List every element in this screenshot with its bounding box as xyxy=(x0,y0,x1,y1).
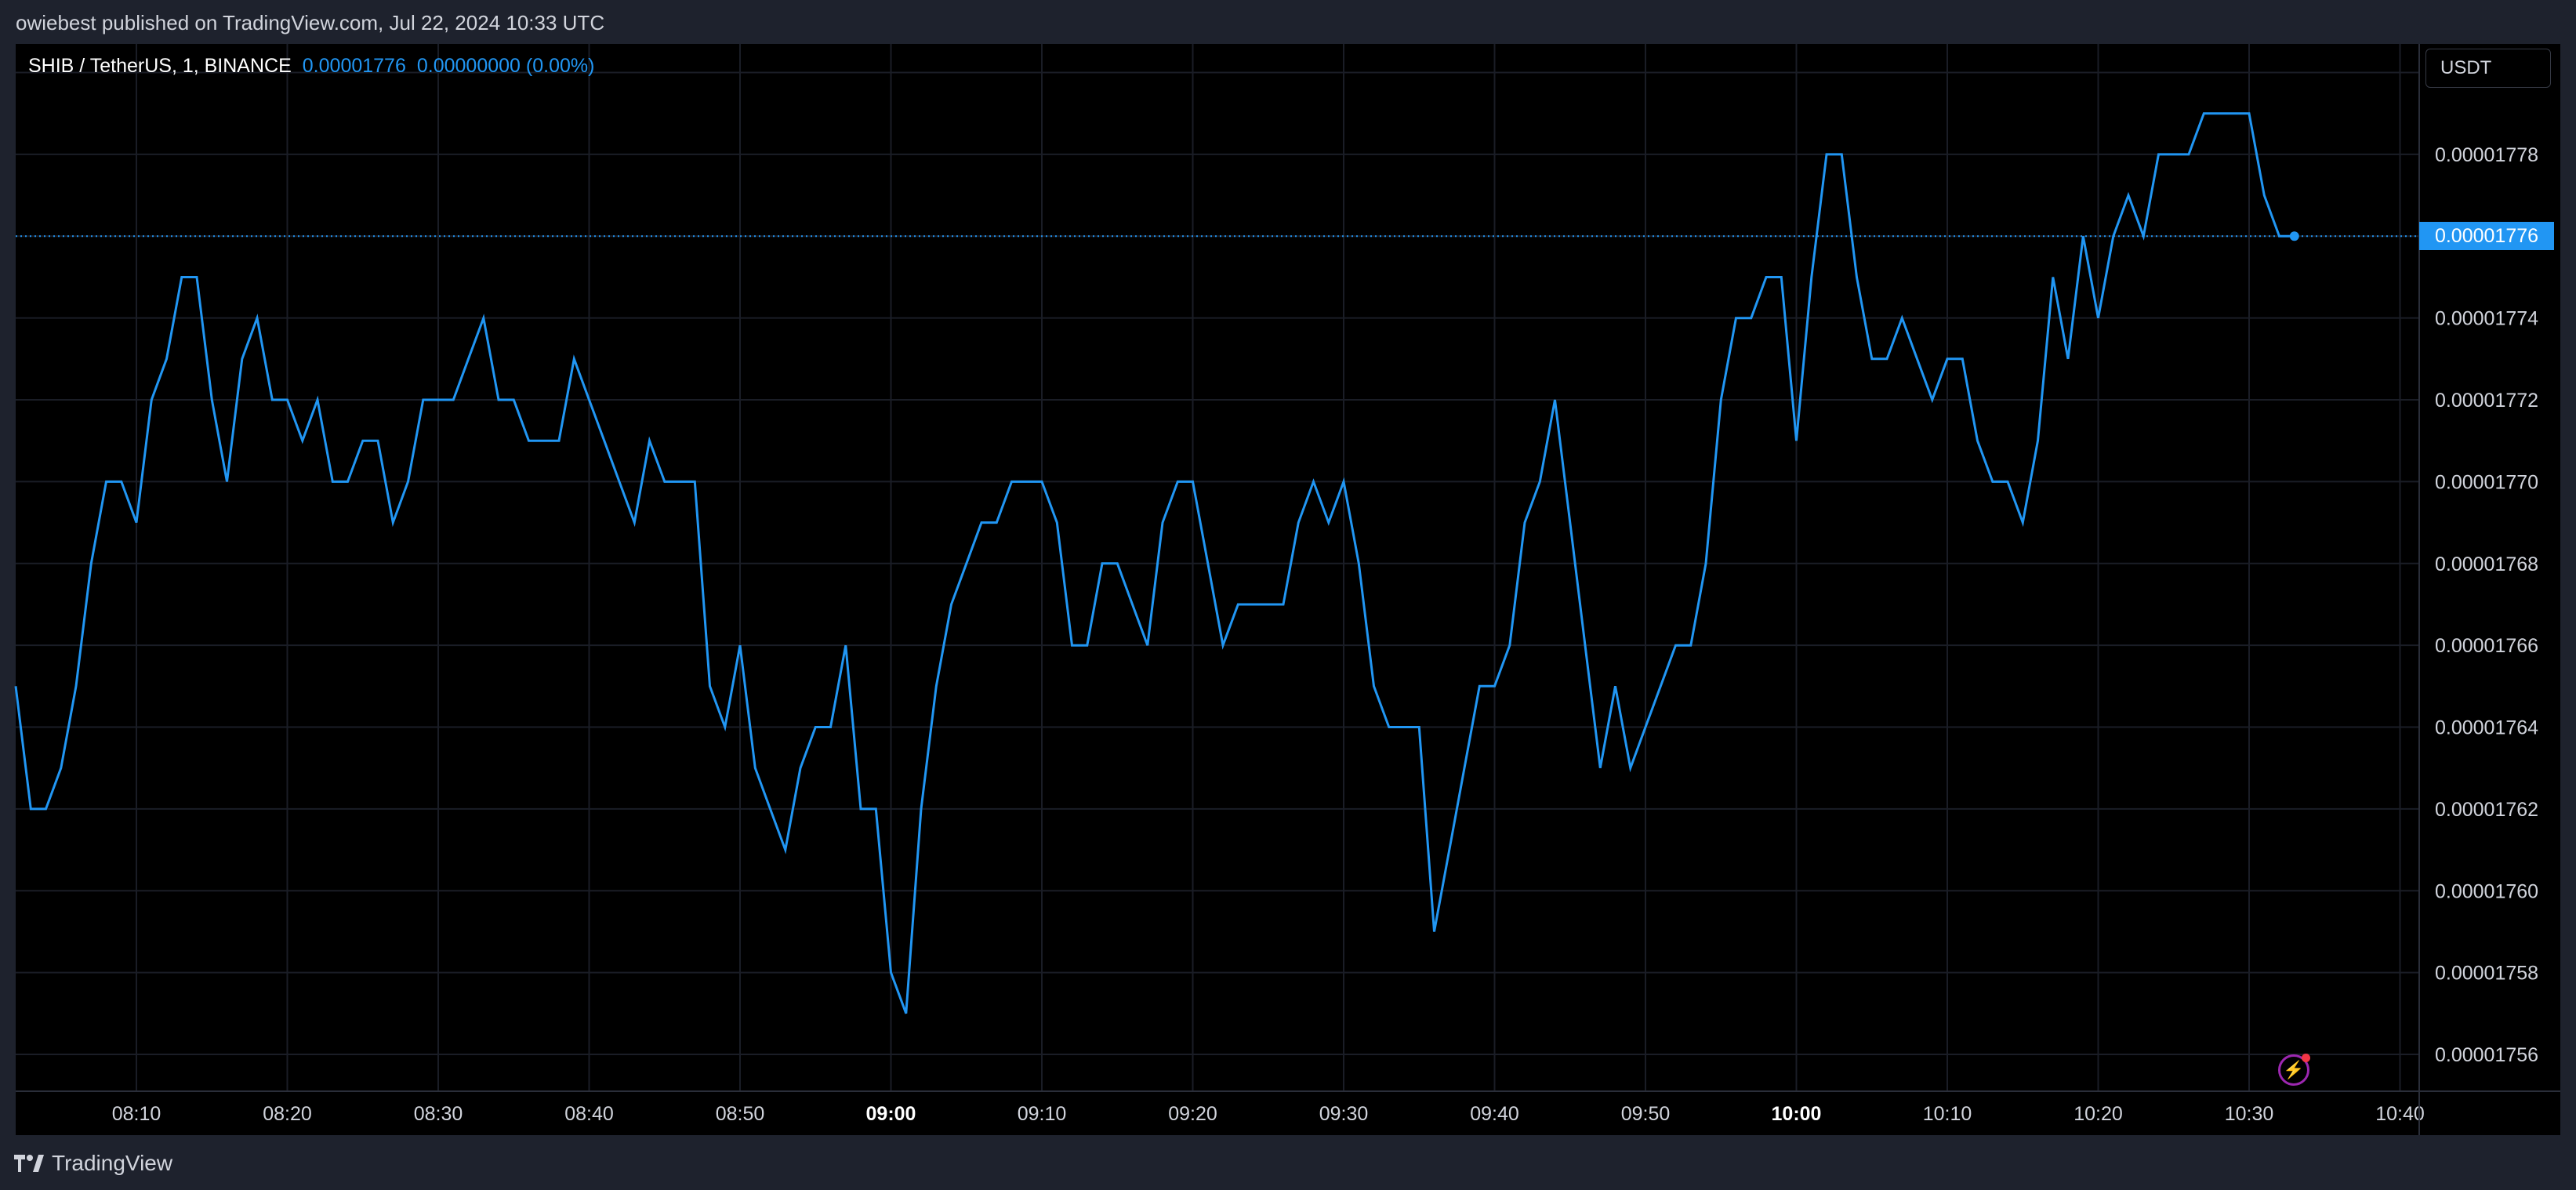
y-tick-label: 0.00001764 xyxy=(2435,717,2538,739)
x-tick-label: 08:10 xyxy=(112,1103,161,1125)
last-point-marker xyxy=(2289,231,2299,241)
x-tick-label: 09:10 xyxy=(1018,1103,1067,1125)
symbol-legend[interactable]: SHIB / TetherUS, 1, BINANCE 0.00001776 0… xyxy=(28,55,594,78)
x-tick-label: 10:40 xyxy=(2375,1103,2425,1125)
price-chart[interactable]: 0.000017800.000017780.000017760.00001774… xyxy=(0,0,2576,1190)
x-tick-label: 08:40 xyxy=(564,1103,614,1125)
x-tick-label: 08:50 xyxy=(716,1103,765,1125)
y-tick-label: 0.00001774 xyxy=(2435,308,2538,330)
lightning-icon[interactable]: ⚡ xyxy=(2278,1054,2310,1086)
last-price-tag: 0.00001776 xyxy=(2419,222,2554,251)
x-tick-label: 09:50 xyxy=(1621,1103,1671,1125)
x-tick-label: 09:30 xyxy=(1319,1103,1369,1125)
currency-button[interactable]: USDT xyxy=(2425,49,2551,88)
y-tick-label: 0.00001766 xyxy=(2435,635,2538,657)
y-tick-label: 0.00001758 xyxy=(2435,963,2538,985)
x-tick-label: 10:00 xyxy=(1772,1103,1822,1125)
x-tick-label: 10:10 xyxy=(1923,1103,1972,1125)
symbol-name[interactable]: SHIB / TetherUS, 1, BINANCE xyxy=(28,55,292,78)
y-tick-label: 0.00001768 xyxy=(2435,553,2538,575)
y-tick-label: 0.00001770 xyxy=(2435,471,2538,493)
x-tick-label: 09:20 xyxy=(1168,1103,1217,1125)
x-tick-label: 08:20 xyxy=(263,1103,312,1125)
tradingview-logo[interactable]: TradingView xyxy=(14,1151,172,1176)
y-tick-label: 0.00001772 xyxy=(2435,390,2538,412)
footer-bar xyxy=(0,1135,2576,1190)
price-change-value: 0.00000000 (0.00%) xyxy=(416,55,595,77)
x-tick-label: 09:00 xyxy=(866,1103,916,1125)
y-tick-label: 0.00001762 xyxy=(2435,799,2538,821)
notification-dot xyxy=(2302,1054,2310,1062)
tradingview-logo-icon xyxy=(14,1155,44,1172)
y-tick-label: 0.00001756 xyxy=(2435,1044,2538,1066)
y-tick-label: 0.00001760 xyxy=(2435,880,2538,902)
brand-name: TradingView xyxy=(52,1151,173,1175)
y-tick-label: 0.00001778 xyxy=(2435,144,2538,166)
x-tick-label: 10:20 xyxy=(2073,1103,2123,1125)
last-price-value: 0.00001776 xyxy=(302,55,406,77)
x-tick-label: 09:40 xyxy=(1470,1103,1519,1125)
x-tick-label: 08:30 xyxy=(414,1103,463,1125)
lightning-glyph: ⚡ xyxy=(2283,1060,2305,1079)
x-tick-label: 10:30 xyxy=(2225,1103,2274,1125)
